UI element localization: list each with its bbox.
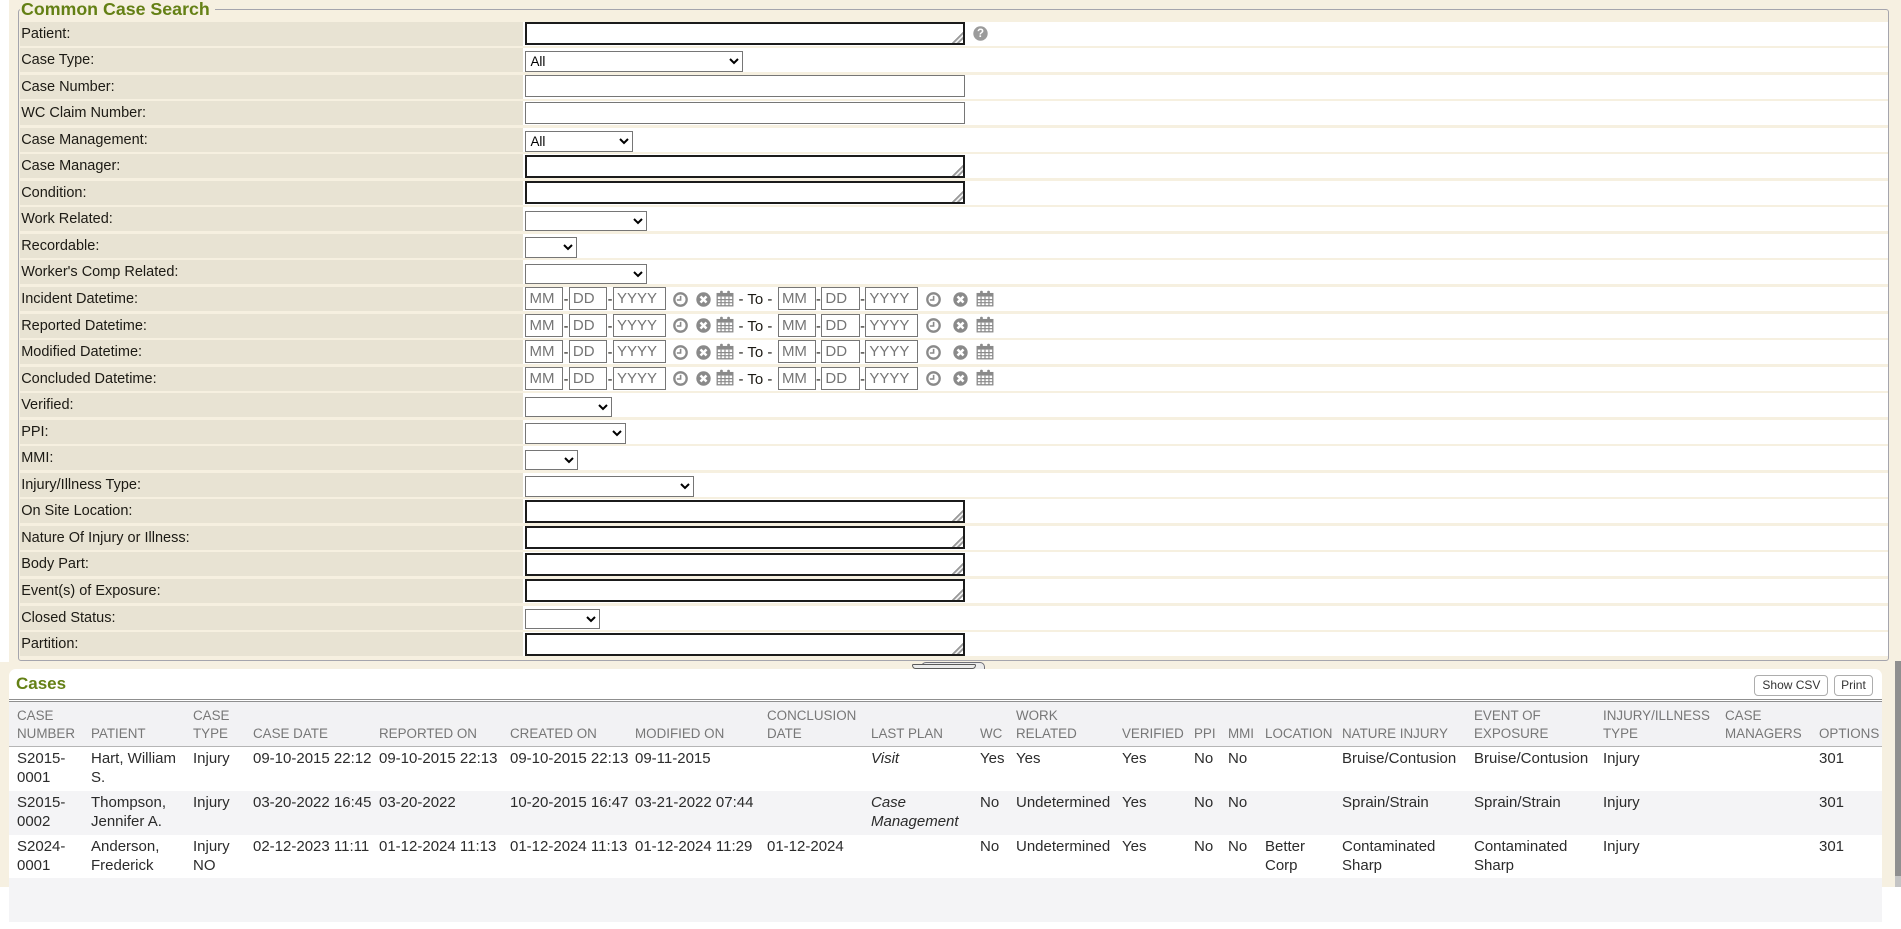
svg-text:?: ? [977,28,984,40]
